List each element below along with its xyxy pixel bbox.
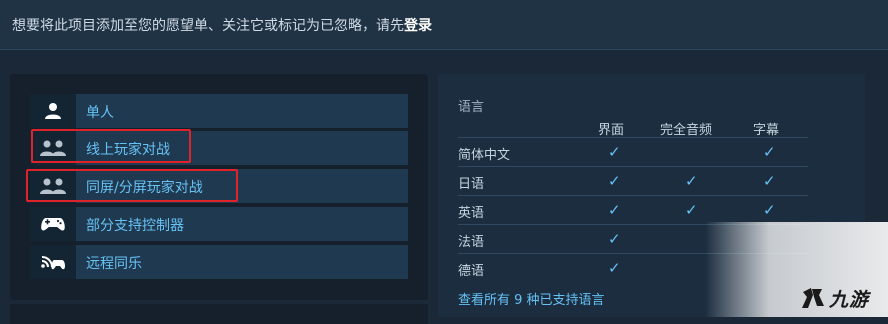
login-prompt-message: 想要将此项目添加至您的愿望单、关注它或标记为已忽略，请先登录 — [12, 15, 432, 35]
feature-label: 单人 — [86, 105, 114, 121]
language-name: 法语 — [458, 235, 485, 250]
language-row: 英语 ✓ ✓ ✓ — [458, 195, 808, 224]
highlight-shared-screen-pvp — [26, 169, 238, 202]
single-player-icon — [30, 94, 76, 128]
watermark-logo-icon — [802, 288, 824, 308]
language-name: 德语 — [458, 264, 485, 279]
column-subtitles: 字幕 — [753, 123, 780, 138]
interface-check-icon: ✓ — [608, 230, 621, 248]
interface-check-icon: ✓ — [608, 143, 621, 161]
controller-icon — [30, 207, 76, 241]
subtitles-check-icon: ✓ — [763, 143, 776, 161]
feature-label: 远程同乐 — [86, 256, 142, 272]
login-prompt-text: 想要将此项目添加至您的愿望单、关注它或标记为已忽略，请先 — [12, 18, 404, 34]
language-row: 日语 ✓ ✓ ✓ — [458, 166, 808, 195]
column-interface: 界面 — [598, 123, 625, 138]
feature-controller-support[interactable]: 部分支持控制器 — [30, 207, 408, 241]
interface-check-icon: ✓ — [608, 172, 621, 190]
language-name: 简体中文 — [458, 148, 511, 163]
column-full-audio: 完全音频 — [660, 123, 713, 138]
watermark: 九游 — [800, 284, 869, 312]
interface-check-icon: ✓ — [608, 201, 621, 219]
interface-check-icon: ✓ — [608, 259, 621, 277]
language-name: 日语 — [458, 177, 485, 192]
feature-label: 部分支持控制器 — [86, 218, 184, 234]
languages-table-header: 界面 完全音频 字幕 — [458, 117, 808, 138]
audio-check-icon: ✓ — [685, 201, 698, 219]
subtitles-check-icon: ✓ — [763, 172, 776, 190]
see-all-languages-link[interactable]: 查看所有 9 种已支持语言 — [458, 289, 605, 308]
language-name: 英语 — [458, 206, 485, 221]
remote-play-together-icon — [30, 245, 76, 279]
login-prompt-bar: 想要将此项目添加至您的愿望单、关注它或标记为已忽略，请先登录 — [0, 0, 888, 50]
audio-check-icon: ✓ — [685, 172, 698, 190]
language-row: 简体中文 ✓ ✓ — [458, 137, 808, 166]
highlight-online-pvp — [31, 129, 191, 163]
watermark-text: 九游 — [829, 288, 870, 311]
features-panel-footer — [10, 304, 428, 324]
subtitles-check-icon: ✓ — [763, 201, 776, 219]
feature-remote-play-together[interactable]: 远程同乐 — [30, 245, 408, 279]
feature-single-player[interactable]: 单人 — [30, 94, 408, 128]
languages-title: 语言 — [458, 100, 485, 115]
login-link[interactable]: 登录 — [404, 18, 432, 34]
